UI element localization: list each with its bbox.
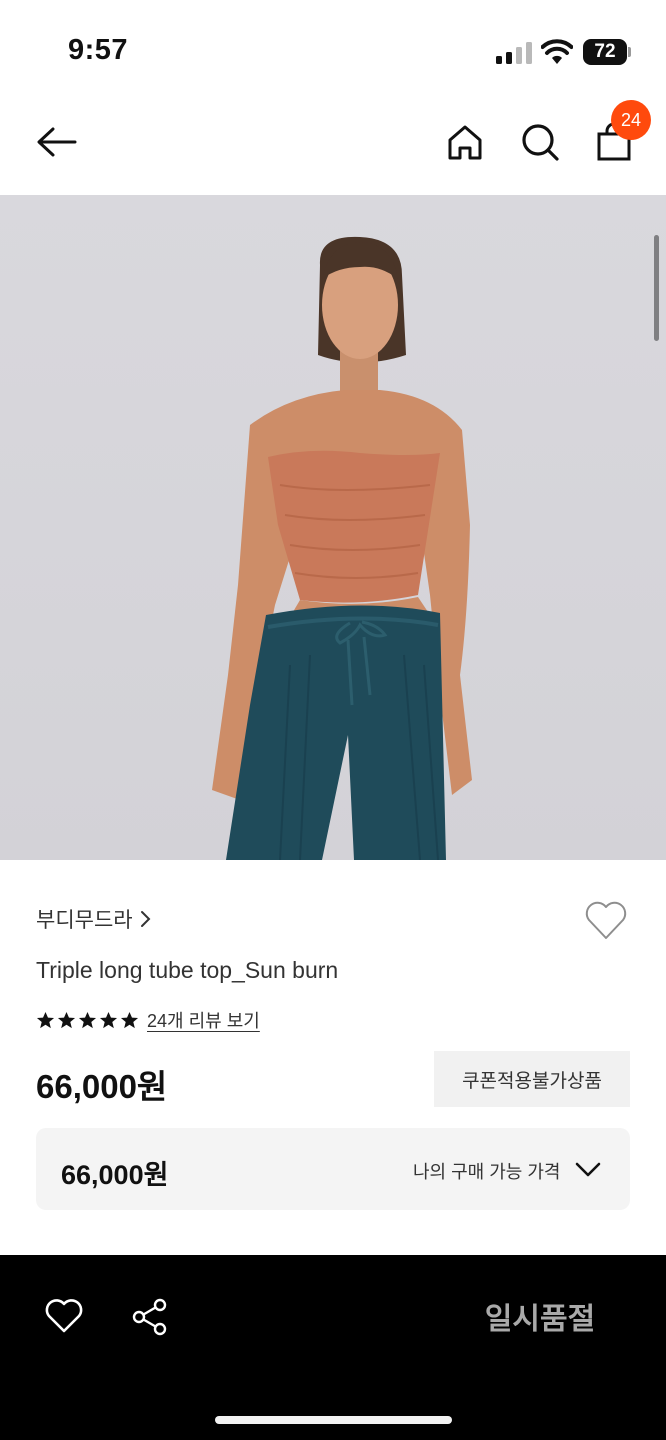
review-link[interactable]: 24개 리뷰 보기 (147, 1007, 260, 1033)
status-time: 9:57 (68, 34, 129, 66)
product-image[interactable] (0, 195, 666, 860)
heart-outline-icon[interactable] (44, 1297, 84, 1335)
share-icon[interactable] (130, 1297, 170, 1337)
star-icon (99, 1011, 118, 1028)
back-button[interactable] (35, 120, 79, 164)
scroll-indicator[interactable] (654, 235, 659, 341)
top-navigation (0, 100, 666, 195)
brand-name: 부디무드라 (36, 909, 133, 932)
battery-icon: 72 (583, 39, 631, 65)
chevron-down-icon (575, 1162, 601, 1177)
star-icon (57, 1011, 76, 1028)
cellular-signal-icon (496, 42, 532, 64)
search-button[interactable] (518, 120, 562, 164)
model-photo (0, 195, 666, 860)
heart-outline-icon[interactable] (583, 898, 629, 942)
chevron-right-icon (140, 911, 151, 927)
star-icon (78, 1011, 97, 1028)
brand-link[interactable]: 부디무드라 (36, 904, 151, 934)
my-price-label: 나의 구매 가능 가격 (413, 1162, 561, 1182)
sold-out-button[interactable]: 일시품절 (440, 1281, 640, 1351)
home-indicator[interactable] (215, 1416, 452, 1424)
search-icon (522, 124, 559, 161)
home-button[interactable] (443, 120, 487, 164)
rating-stars (36, 1011, 139, 1030)
wifi-icon (541, 39, 573, 64)
status-bar: 9:57 72 (0, 0, 666, 100)
bottom-action-bar: 일시품절 (0, 1255, 666, 1440)
arrow-left-icon (37, 127, 77, 157)
star-icon (120, 1011, 139, 1028)
rating-row: 24개 리뷰 보기 (36, 1007, 260, 1033)
star-icon (36, 1011, 55, 1028)
home-icon (448, 125, 482, 160)
product-price: 66,000원 (36, 1068, 168, 1105)
product-info: 부디무드라 Triple long tube top_Sun burn 24개 … (0, 860, 666, 1255)
coupon-badge: 쿠폰적용불가상품 (434, 1051, 630, 1107)
product-name: Triple long tube top_Sun burn (36, 957, 339, 983)
bag-count-badge: 24 (611, 100, 651, 140)
my-price-value: 66,000원 (61, 1160, 169, 1190)
my-price-dropdown[interactable]: 66,000원 나의 구매 가능 가격 (36, 1128, 630, 1210)
battery-level: 72 (594, 41, 616, 62)
